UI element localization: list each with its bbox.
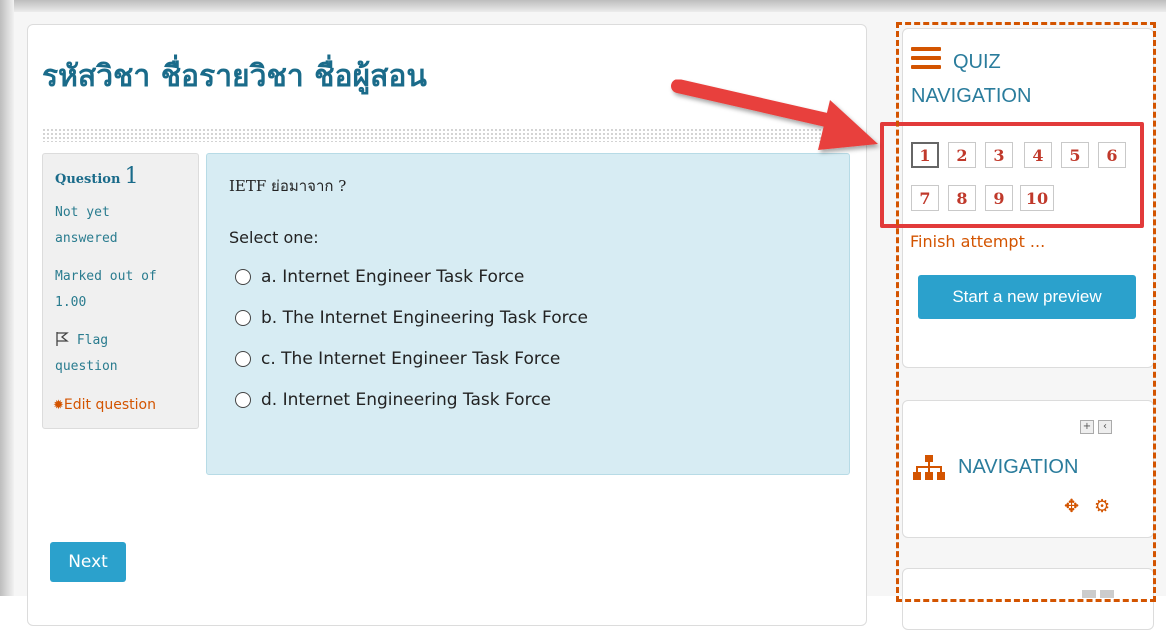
next-button[interactable]: Next <box>50 542 126 582</box>
answer-options: a. Internet Engineer Task Force b. The I… <box>235 256 588 420</box>
question-text: IETF ย่อมาจาก ? <box>229 177 347 195</box>
answer-option-label: c. The Internet Engineer Task Force <box>261 348 561 369</box>
answer-prompt: Select one: <box>229 228 319 247</box>
screenshot-frame-top <box>0 0 1166 12</box>
question-label: Question <box>55 172 121 187</box>
flag-label-line2: question <box>55 359 118 374</box>
question-number-value: 1 <box>124 164 139 189</box>
question-state-line2: answered <box>55 231 118 246</box>
question-info-panel: Question 1 Not yet answered Marked out o… <box>42 153 199 429</box>
question-grade-line2: 1.00 <box>55 295 87 310</box>
edit-question-link[interactable]: ✹Edit question <box>53 392 156 419</box>
question-content: IETF ย่อมาจาก ? Select one: a. Internet … <box>206 153 850 475</box>
answer-option-label: a. Internet Engineer Task Force <box>261 266 525 287</box>
question-grade: Marked out of 1.00 <box>55 264 195 316</box>
answer-option-d[interactable]: d. Internet Engineering Task Force <box>235 379 588 420</box>
radio-button[interactable] <box>235 391 251 408</box>
edit-question-label: Edit question <box>63 397 156 413</box>
question-number: Question 1 <box>55 164 139 193</box>
radio-button[interactable] <box>235 268 251 285</box>
flag-question-link[interactable]: Flag question <box>55 328 195 380</box>
answer-option-label: b. The Internet Engineering Task Force <box>261 307 589 328</box>
question-grade-line1: Marked out of <box>55 269 157 284</box>
page-title: รหัสวิชา ชื่อรายวิชา ชื่อผู้สอน <box>42 59 427 94</box>
gear-icon: ✹ <box>53 398 64 413</box>
answer-option-label: d. Internet Engineering Task Force <box>261 389 551 410</box>
flag-icon <box>56 332 69 346</box>
answer-option-c[interactable]: c. The Internet Engineer Task Force <box>235 338 588 379</box>
question-state: Not yet answered <box>55 200 195 252</box>
answer-option-a[interactable]: a. Internet Engineer Task Force <box>235 256 588 297</box>
radio-button[interactable] <box>235 350 251 367</box>
screenshot-frame-left <box>0 0 14 596</box>
answer-option-b[interactable]: b. The Internet Engineering Task Force <box>235 297 588 338</box>
main-content: รหัสวิชา ชื่อรายวิชา ชื่อผู้สอน Question… <box>27 24 867 626</box>
flag-label-line1: Flag <box>76 333 109 348</box>
sidebar-dashed-outline <box>896 22 1156 602</box>
radio-button[interactable] <box>235 309 251 326</box>
title-separator <box>42 128 852 142</box>
question-state-line1: Not yet <box>55 205 110 220</box>
